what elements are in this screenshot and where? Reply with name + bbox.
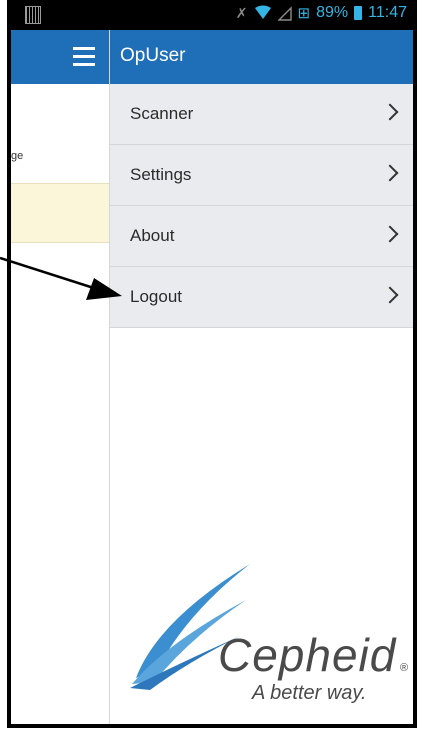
drawer-title: OpUser xyxy=(120,45,186,66)
chevron-right-icon xyxy=(381,286,399,304)
menu-item-label: About xyxy=(130,226,175,245)
device-frame: ✗ ⊞ 89% 11:47 ge OpUser Scanner Settings… xyxy=(7,0,417,728)
logo-tagline: A better way. xyxy=(252,682,367,704)
menu-icon[interactable] xyxy=(73,47,95,67)
logo-wordmark: Cepheid xyxy=(218,629,397,681)
screen: ✗ ⊞ 89% 11:47 ge OpUser Scanner Settings… xyxy=(11,0,413,724)
chevron-right-icon xyxy=(381,225,399,243)
background-text-fragment: ge xyxy=(11,150,24,162)
signal-icon xyxy=(277,6,292,21)
background-highlight-row xyxy=(11,183,111,243)
menu-item-logout[interactable]: Logout xyxy=(110,267,413,328)
barcode-icon xyxy=(25,6,41,24)
status-icons: ✗ ⊞ 89% 11:47 xyxy=(236,4,407,22)
mute-icon: ✗ xyxy=(235,4,248,21)
navigation-drawer: OpUser Scanner Settings About Logout Cep… xyxy=(109,30,413,724)
menu-item-scanner[interactable]: Scanner xyxy=(110,84,413,145)
clock: 11:47 xyxy=(368,4,407,21)
menu-item-about[interactable]: About xyxy=(110,206,413,267)
wifi-icon xyxy=(254,5,271,19)
registered-mark: ® xyxy=(400,662,409,674)
cepheid-logo: Cepheid ® A better way. xyxy=(128,560,408,720)
menu-item-label: Scanner xyxy=(130,104,194,123)
battery-percent: 89% xyxy=(316,4,349,21)
status-bar: ✗ ⊞ 89% 11:47 xyxy=(11,0,413,30)
battery-icon xyxy=(354,6,363,20)
chevron-right-icon xyxy=(381,103,399,121)
menu-item-settings[interactable]: Settings xyxy=(110,145,413,206)
network-icon: ⊞ xyxy=(297,5,311,22)
menu-item-label: Settings xyxy=(130,165,192,184)
drawer-header: OpUser xyxy=(110,30,413,84)
drawer-menu: Scanner Settings About Logout xyxy=(110,84,413,328)
chevron-right-icon xyxy=(381,164,399,182)
menu-item-label: Logout xyxy=(130,287,182,306)
